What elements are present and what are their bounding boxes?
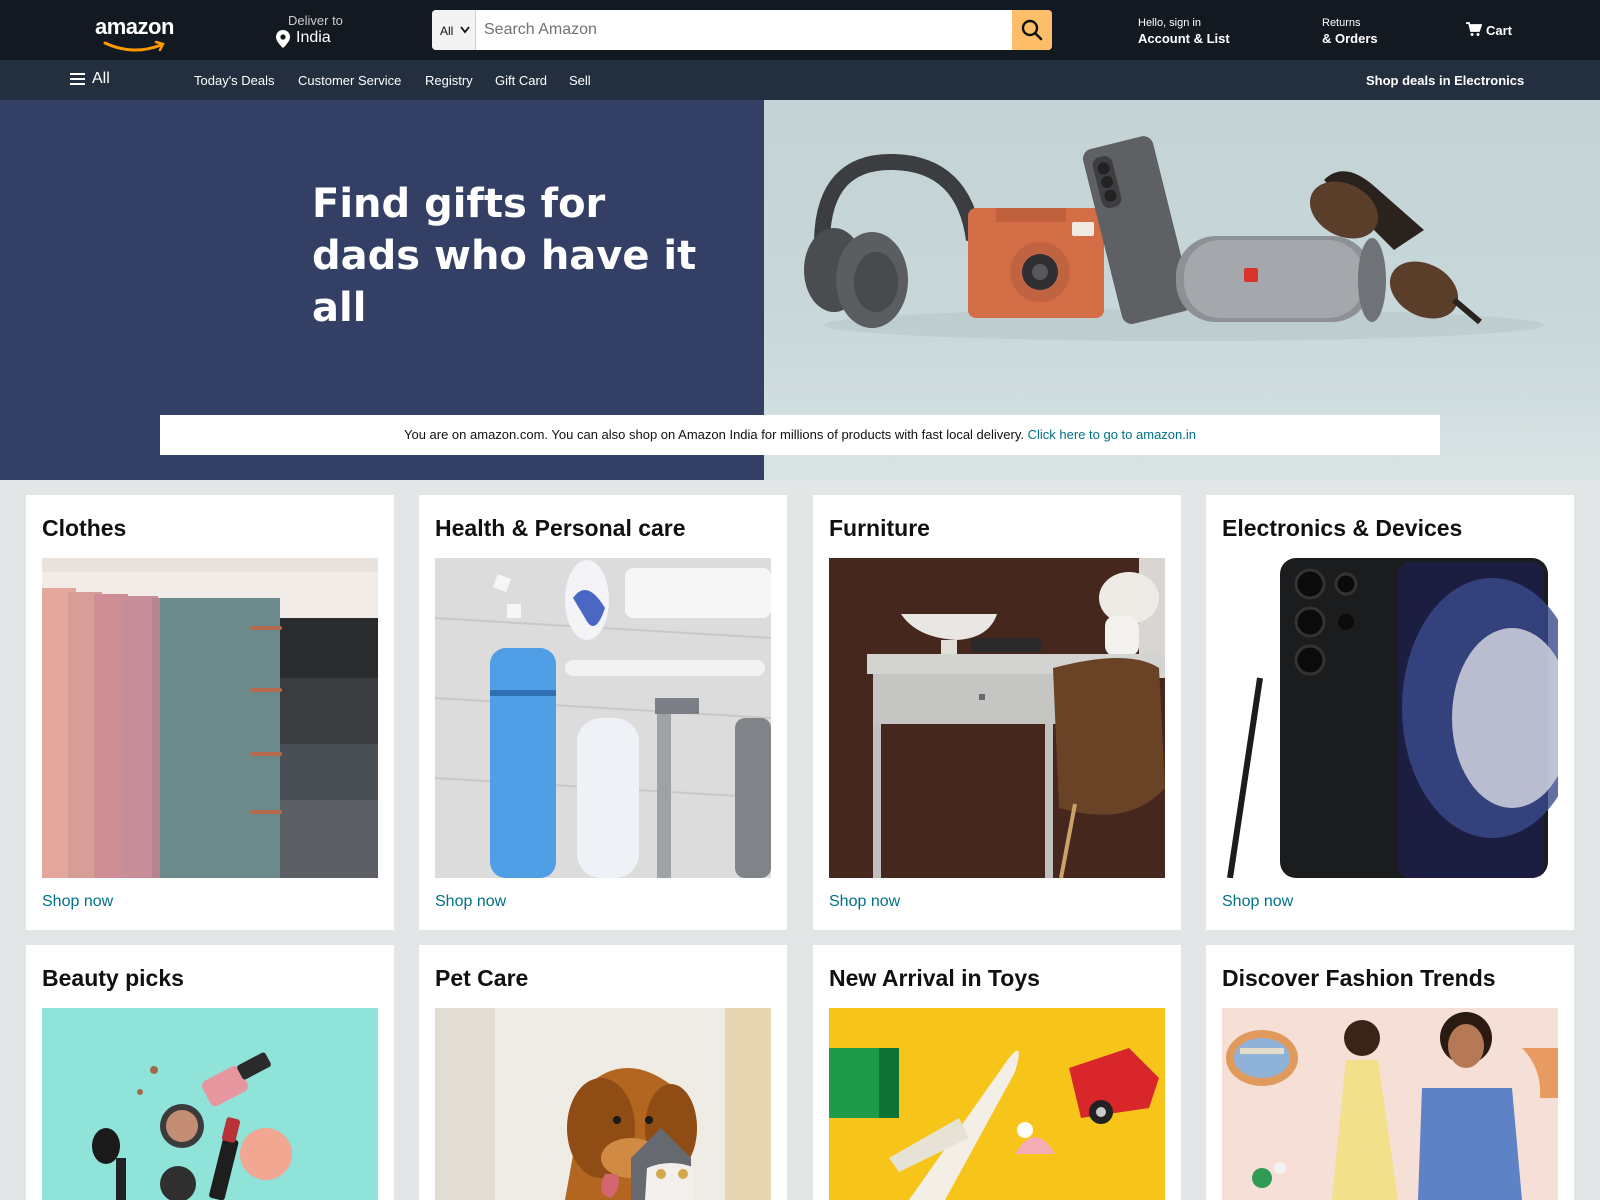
nav-link-customer-service[interactable]: Customer Service	[298, 73, 401, 88]
card-title: Pet Care	[435, 965, 529, 991]
hamburger-menu-icon	[70, 73, 85, 85]
locale-notice-text: You are on amazon.com. You can also shop…	[403, 427, 1028, 442]
electronics-image[interactable]	[1222, 558, 1558, 878]
deliver-country: India	[296, 29, 331, 46]
shop-now-link[interactable]: Shop now	[829, 893, 900, 911]
orders-label: & Orders	[1322, 31, 1378, 46]
hero-title-line-2: dads who have it all	[312, 233, 697, 331]
beauty-image[interactable]	[42, 1008, 378, 1200]
account-greeting: Hello, sign in	[1138, 17, 1201, 29]
search-bar: All	[432, 10, 1052, 50]
category-card-toys[interactable]: New Arrival in Toys	[813, 945, 1181, 1200]
search-category-select[interactable]: All	[432, 10, 476, 50]
amazon-in-link[interactable]: Click here to go to amazon.in	[1028, 427, 1196, 442]
shop-deals-promo-link[interactable]: Shop deals in Electronics	[1366, 73, 1524, 88]
instant-camera-image	[968, 208, 1104, 318]
category-card-clothes[interactable]: Clothes Shop now	[26, 495, 394, 930]
sub-nav: All Today's Deals Customer Service Regis…	[0, 60, 1600, 100]
location-pin-icon	[276, 30, 290, 48]
card-title: Furniture	[829, 515, 930, 541]
locale-notice-bar: You are on amazon.com. You can also shop…	[160, 415, 1440, 455]
hero-title-line-1: Find gifts for	[312, 181, 606, 227]
category-card-pet-care[interactable]: Pet Care	[419, 945, 787, 1200]
shop-now-link[interactable]: Shop now	[435, 893, 506, 911]
card-title: Health & Personal care	[435, 515, 686, 541]
clothes-image[interactable]	[42, 558, 378, 878]
search-input[interactable]	[476, 10, 1012, 50]
search-icon	[1021, 19, 1043, 41]
logo-smile-icon	[103, 40, 165, 52]
category-card-furniture[interactable]: Furniture Shop now	[813, 495, 1181, 930]
category-card-fashion[interactable]: Discover Fashion Trends	[1206, 945, 1574, 1200]
amazon-logo[interactable]: amazon	[95, 12, 185, 52]
all-menu-label: All	[92, 70, 110, 87]
category-card-health[interactable]: Health & Personal care Shop now	[419, 495, 787, 930]
top-nav: amazon Deliver to India All Hello	[0, 0, 1600, 60]
furniture-image[interactable]	[829, 558, 1165, 878]
deliver-label: Deliver to	[288, 13, 343, 28]
account-and-lists[interactable]: Hello, sign in Account & List	[1138, 17, 1230, 46]
card-title: Beauty picks	[42, 965, 184, 991]
nav-link-todays-deals[interactable]: Today's Deals	[194, 73, 275, 88]
nav-link-sell[interactable]: Sell	[569, 73, 591, 88]
pet-care-image[interactable]	[435, 1008, 771, 1200]
chevron-down-icon	[460, 26, 470, 34]
returns-label: Returns	[1322, 17, 1361, 29]
card-title: Clothes	[42, 515, 127, 541]
search-button[interactable]	[1012, 10, 1052, 50]
category-card-beauty[interactable]: Beauty picks	[26, 945, 394, 1200]
hero-banner[interactable]: Find gifts for dads who have it all You …	[0, 100, 1600, 480]
shop-now-link[interactable]: Shop now	[42, 893, 113, 911]
account-label: Account & List	[1138, 31, 1230, 46]
card-title: New Arrival in Toys	[829, 965, 1040, 991]
toys-image[interactable]	[829, 1008, 1165, 1200]
card-title: Electronics & Devices	[1222, 515, 1463, 541]
health-care-image[interactable]	[435, 558, 771, 878]
cart-icon	[1466, 22, 1482, 36]
fashion-trends-image[interactable]	[1222, 1008, 1558, 1200]
shop-now-link[interactable]: Shop now	[1222, 893, 1293, 911]
category-card-electronics[interactable]: Electronics & Devices Shop now	[1206, 495, 1574, 930]
headphones-image	[804, 153, 982, 328]
hero-title: Find gifts for dads who have it all	[312, 178, 732, 334]
card-title: Discover Fashion Trends	[1222, 965, 1496, 991]
nav-link-registry[interactable]: Registry	[425, 73, 473, 88]
nav-link-gift-card[interactable]: Gift Card	[495, 73, 547, 88]
cart-label: Cart	[1486, 23, 1513, 38]
returns-and-orders[interactable]: Returns & Orders	[1322, 17, 1378, 46]
speaker-image	[1176, 236, 1386, 322]
search-category-label: All	[440, 24, 454, 38]
logo-text: amazon	[95, 14, 174, 39]
